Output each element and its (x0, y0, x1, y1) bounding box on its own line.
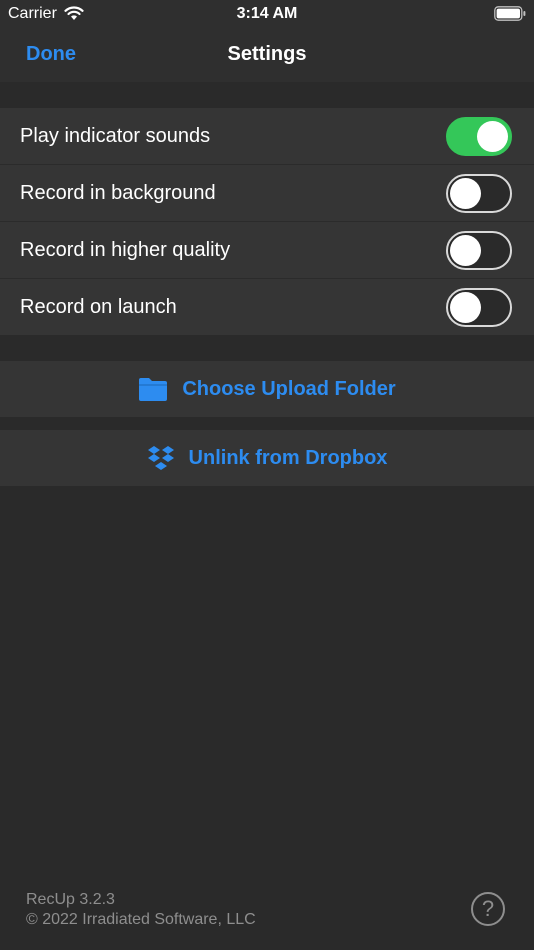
setting-row-record-in-background: Record in background (0, 165, 534, 222)
help-button[interactable]: ? (471, 892, 505, 926)
setting-row-record-on-launch: Record on launch (0, 279, 534, 335)
play-indicator-sounds-switch[interactable] (446, 117, 512, 156)
battery-icon (494, 6, 526, 21)
setting-label: Play indicator sounds (20, 125, 211, 147)
switch-knob (450, 178, 481, 209)
record-in-background-switch[interactable] (446, 174, 512, 213)
switch-knob (450, 235, 481, 266)
switch-knob (477, 121, 508, 152)
settings-toggle-group: Play indicator sounds Record in backgrou… (0, 108, 534, 335)
setting-label: Record in background (20, 182, 216, 204)
question-mark-icon: ? (481, 896, 495, 921)
version-label: RecUp 3.2.3 (26, 891, 115, 908)
record-in-higher-quality-switch[interactable] (446, 231, 512, 270)
copyright-label: © 2022 Irradiated Software, LLC (26, 911, 256, 928)
unlink-dropbox-button[interactable]: Unlink from Dropbox (0, 430, 534, 486)
dropbox-icon (147, 446, 174, 470)
setting-label: Record on launch (20, 296, 177, 318)
switch-knob (450, 292, 481, 323)
status-time: 3:14 AM (236, 5, 298, 22)
setting-row-record-in-higher-quality: Record in higher quality (0, 222, 534, 279)
setting-label: Record in higher quality (20, 239, 231, 261)
page-title: Settings (227, 43, 307, 65)
app-info-footer: RecUp 3.2.3 © 2022 Irradiated Software, … (26, 890, 256, 930)
navigation-bar: Done Settings (0, 28, 534, 82)
record-on-launch-switch[interactable] (446, 288, 512, 327)
status-bar: Carrier 3:14 AM (0, 0, 534, 28)
unlink-dropbox-label: Unlink from Dropbox (188, 446, 388, 469)
setting-row-play-indicator-sounds: Play indicator sounds (0, 108, 534, 165)
folder-icon (139, 378, 168, 401)
choose-upload-folder-label: Choose Upload Folder (182, 377, 396, 400)
choose-upload-folder-button[interactable]: Choose Upload Folder (0, 361, 534, 417)
